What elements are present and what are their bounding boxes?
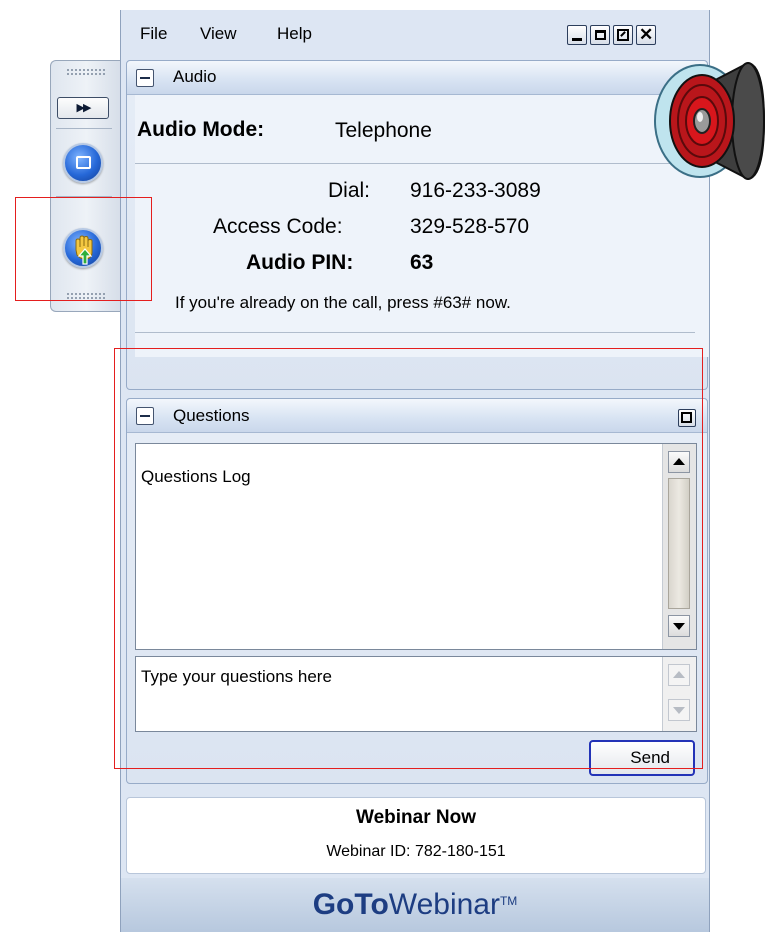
dial-label: Dial: (328, 179, 371, 202)
brand-footer: GoToWebinarTM (121, 878, 709, 932)
divider (135, 163, 695, 164)
gotowebinar-logo: GoToWebinarTM (312, 888, 518, 921)
grip-handle-top[interactable] (66, 68, 106, 76)
divider (135, 332, 695, 333)
audio-mode-value[interactable]: Telephone (335, 119, 432, 143)
minimize-button[interactable] (567, 25, 587, 45)
audio-pin-value: 63 (410, 251, 434, 274)
audio-panel-title: Audio (173, 67, 217, 86)
menu-help[interactable]: Help (277, 24, 312, 44)
access-code-value: 329-528-570 (410, 215, 530, 238)
speaker-icon (654, 61, 766, 181)
webinar-id: Webinar ID: 782-180-151 (326, 843, 506, 860)
expand-panel-button[interactable]: ▶▶ (57, 97, 109, 119)
maximize-icon (595, 30, 606, 40)
audio-pin-label: Audio PIN: (246, 251, 354, 274)
access-code-label: Access Code: (213, 215, 343, 238)
close-button[interactable]: ✕ (636, 25, 656, 45)
maximize-button[interactable] (590, 25, 610, 45)
minimize-icon (572, 38, 582, 41)
dial-number: 916-233-3089 (410, 179, 541, 202)
menu-file[interactable]: File (140, 24, 167, 44)
popout-button[interactable] (613, 25, 633, 45)
audio-panel-header: Audio (127, 61, 707, 95)
divider (56, 128, 112, 129)
screen-icon (76, 156, 91, 169)
close-icon: ✕ (639, 25, 654, 44)
menu-view[interactable]: View (200, 24, 237, 44)
audio-mode-label: Audio Mode: (137, 118, 265, 141)
webinar-info-box: Webinar Now Webinar ID: 782-180-151 (126, 797, 706, 874)
highlight-box-questions (114, 348, 703, 769)
highlight-box-raise-hand (15, 197, 152, 301)
already-on-call-note: If you're already on the call, press #63… (175, 293, 511, 312)
menu-bar: File View Help ✕ (122, 14, 708, 54)
show-screen-button[interactable] (63, 143, 103, 183)
audio-collapse-button[interactable] (136, 69, 154, 87)
webinar-name: Webinar Now (356, 807, 476, 828)
